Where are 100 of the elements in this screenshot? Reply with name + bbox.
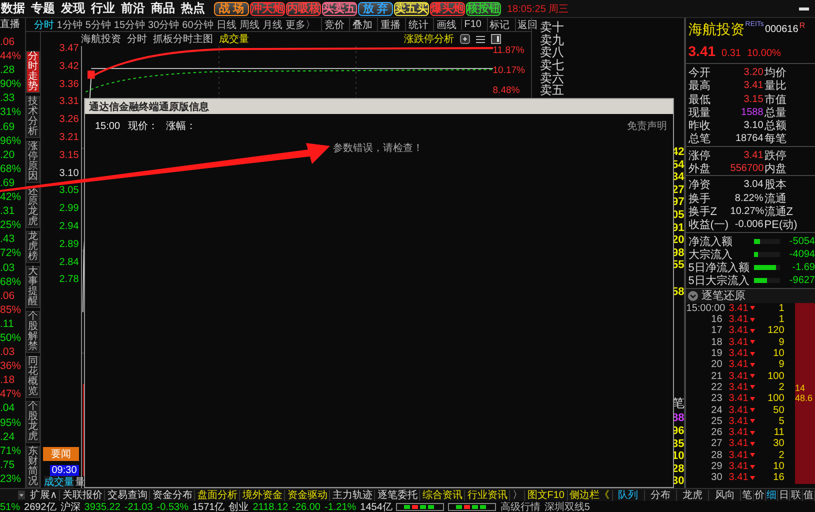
side-tab[interactable]: 同花概览 — [26, 356, 40, 398]
tick-volume: 2 — [778, 382, 784, 393]
quote-price: .33 — [0, 91, 16, 106]
stat-value: -0.006 — [734, 219, 764, 230]
index-text: 51% — [0, 502, 20, 512]
quick-button[interactable]: 卖五买 — [394, 2, 429, 16]
volume-tab[interactable]: 成交量 — [44, 476, 74, 488]
stat-value: 1588 — [740, 106, 764, 118]
side-tab[interactable]: 大事提醒 — [26, 266, 40, 308]
menu-item[interactable]: 行业 — [91, 0, 115, 17]
tick-volume: 9 — [778, 336, 784, 348]
price-tick: 3.10 — [59, 168, 79, 181]
quick-button[interactable]: 放 弃 — [358, 2, 393, 16]
live-label[interactable]: 直播 — [0, 18, 25, 35]
stat-label: 总额 — [764, 118, 788, 133]
tick-time: 29 — [710, 461, 722, 472]
panel-toggle-icon[interactable] — [490, 34, 501, 44]
price-tick: 3.42 — [59, 62, 79, 74]
tool-button[interactable]: 统计 — [405, 18, 430, 32]
tool-button[interactable]: F10 — [461, 19, 484, 30]
stat-value: 8.22% — [734, 192, 764, 204]
menu-item[interactable]: 数据 — [1, 0, 25, 17]
limit-analysis-link[interactable]: 涨跌停分析 — [404, 32, 454, 46]
period-tab[interactable]: 分时 — [34, 18, 54, 32]
tick-volume: 50 — [772, 404, 784, 416]
flow-value: -5054 — [788, 236, 815, 247]
stock-code: 000616 — [764, 24, 798, 35]
quote-change: 71% — [0, 444, 22, 458]
sell-level-label: 卖十 — [540, 21, 565, 34]
minimize-icon[interactable] — [799, 6, 809, 10]
menu-item[interactable]: 热点 — [181, 0, 205, 17]
period-tab[interactable]: 5分钟 — [85, 18, 111, 32]
index-text: -1.21% — [324, 502, 356, 512]
tool-button[interactable]: 叠加 — [349, 18, 374, 32]
price-tick: 3.26 — [59, 115, 79, 128]
tick-time: 19 — [710, 348, 722, 360]
period-tab[interactable]: 1分钟 — [56, 18, 82, 32]
period-tab[interactable]: 日线 — [216, 18, 236, 32]
tick-price: 3.41 — [728, 359, 748, 370]
menu-item[interactable]: 商品 — [151, 0, 175, 17]
quote-change: 42% — [0, 190, 22, 204]
time-text: 15:00 — [95, 120, 120, 132]
quote-change: 50% — [0, 330, 22, 346]
caret-icon[interactable] — [18, 490, 25, 500]
tool-button[interactable]: 竞价 — [321, 18, 346, 32]
side-tab[interactable]: 技术分析 — [26, 96, 40, 138]
menu-icon[interactable] — [476, 34, 485, 44]
stat-value: 3.41 — [742, 150, 764, 161]
status-text: 高级行情 — [500, 500, 540, 512]
tool-button[interactable]: 重播 — [377, 18, 402, 32]
stat-label: 总量 — [764, 106, 788, 120]
period-tab[interactable]: 15分钟 — [114, 18, 146, 32]
stat-label: 内盘 — [764, 162, 788, 176]
tick-price: 3.41 — [728, 450, 748, 461]
quick-button[interactable]: 战 场 — [214, 2, 249, 16]
menu-item[interactable]: 专题 — [31, 0, 55, 17]
period-tab[interactable]: 月线 — [262, 18, 282, 32]
side-tab[interactable]: 龙虎榜 — [26, 231, 40, 263]
side-tab[interactable]: 个股龙虎 — [26, 401, 40, 443]
tick-price: 3.41 — [728, 404, 748, 416]
menu-item[interactable]: 发现 — [61, 0, 85, 17]
quote-price: .28 — [0, 63, 16, 78]
index-text: 沪深 — [60, 500, 80, 512]
stat-label: 市值 — [764, 92, 788, 107]
price-tick: 2.78 — [59, 275, 79, 288]
period-tab[interactable]: 30分钟 — [148, 18, 180, 32]
down-triangle-icon — [750, 385, 756, 390]
index-text: 3935.22 — [84, 502, 120, 512]
stat-value: 556700 — [730, 163, 764, 174]
stat-label: PE(动) — [764, 218, 798, 232]
price-tick: 3.05 — [59, 186, 79, 198]
quote-price: .31 — [0, 204, 16, 218]
side-tab[interactable]: 个股解禁 — [26, 311, 40, 353]
side-tab[interactable]: 分时走势 — [26, 51, 40, 93]
down-triangle-icon — [750, 442, 756, 446]
tick-volume: 1 — [778, 302, 784, 314]
menu-item[interactable]: 前沿 — [121, 0, 145, 17]
index-text: 创业 — [228, 500, 249, 512]
tool-button[interactable]: 标记 — [486, 18, 512, 32]
tool-button[interactable]: 画线 — [433, 18, 458, 32]
quick-button[interactable]: 买卖五 — [322, 2, 357, 16]
index-text: -21.03 — [124, 502, 153, 512]
stat-label: 流通 — [764, 192, 788, 206]
disclaimer-link[interactable]: 免责声明 — [627, 119, 667, 133]
quote-change: 47% — [0, 387, 22, 402]
quick-button[interactable]: 核按钮 — [466, 2, 501, 16]
zoom-in-icon[interactable] — [460, 34, 470, 44]
collapse-icon[interactable] — [688, 290, 698, 301]
chart-template[interactable]: 抓板分时主图 — [152, 32, 213, 46]
indicator-label[interactable]: 成交量 — [218, 32, 249, 46]
index-text: 2118.12 — [252, 502, 288, 512]
tick-volume: 9 — [778, 359, 784, 370]
period-tab[interactable]: 更多〉 — [285, 18, 316, 32]
period-tab[interactable]: 周线 — [239, 18, 260, 32]
index-text: 1454亿 — [360, 501, 392, 512]
period-tab[interactable]: 60分钟 — [182, 18, 214, 32]
price-tick: 3.31 — [59, 97, 79, 110]
percent-tick: 8.48% — [492, 86, 521, 98]
side-tab[interactable]: 涨停原因 — [26, 141, 40, 183]
side-tab[interactable]: 东财简况 — [26, 446, 40, 488]
